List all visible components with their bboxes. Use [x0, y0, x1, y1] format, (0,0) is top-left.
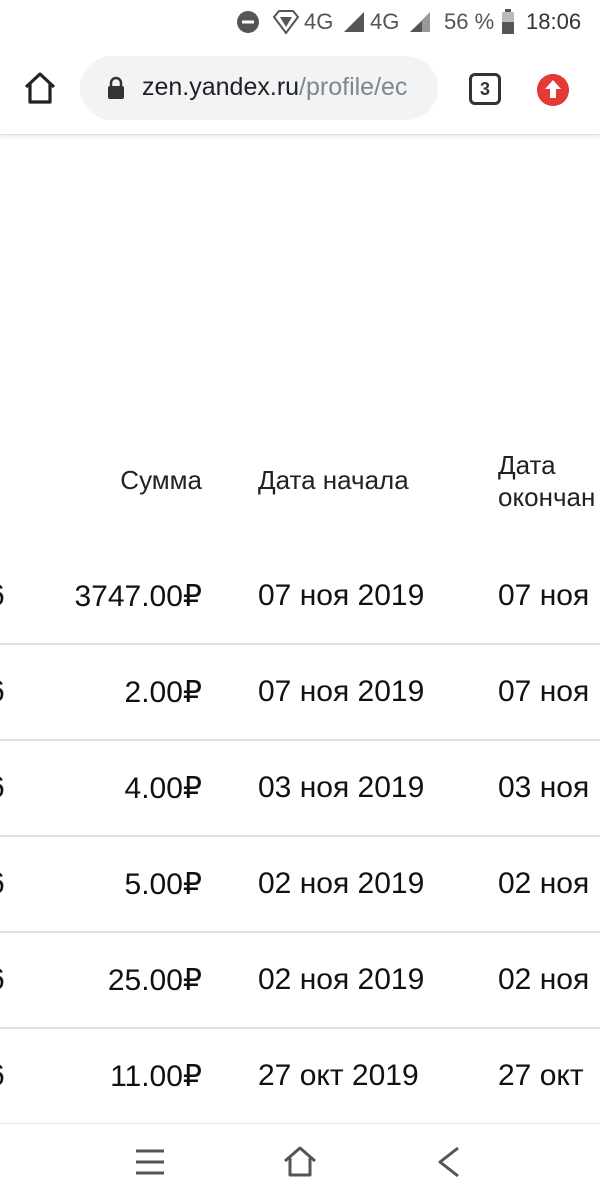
- network-type-2: 4G: [370, 9, 400, 34]
- back-icon[interactable]: [430, 1142, 470, 1182]
- system-nav-bar: [0, 1124, 600, 1200]
- table-cell-start-date: 27 окт 2019: [258, 1059, 419, 1092]
- url-text: zen.yandex.ru/profile/ec: [142, 73, 407, 102]
- table-cell-amount: 4.00₽: [124, 772, 202, 805]
- table-cell-start-date: 03 ноя 2019: [258, 771, 425, 804]
- table-cell-start-date: 07 ноя 2019: [258, 675, 425, 708]
- menu-icon[interactable]: [130, 1142, 170, 1182]
- wifi-diamond-icon: [272, 10, 300, 35]
- table-cell-end-date: 07 ноя: [498, 675, 590, 708]
- table-cell-start-date: 02 ноя 2019: [258, 963, 425, 996]
- address-bar[interactable]: zen.yandex.ru/profile/ec: [80, 56, 438, 120]
- table-cell-lead: 6: [0, 963, 5, 997]
- header-amount: Сумма: [120, 465, 202, 495]
- table-cell-lead: 6: [0, 1059, 5, 1093]
- signal-icon: [344, 12, 364, 32]
- table-cell-amount: 3747.00₽: [74, 580, 202, 613]
- url-path: /profile/ec: [299, 73, 408, 101]
- tab-count: 3: [479, 79, 490, 99]
- table-cell-lead: 6: [0, 867, 5, 901]
- table-row: 6 25.00₽ 02 ноя 2019 02 ноя: [0, 932, 600, 1029]
- tabs-button[interactable]: 3: [469, 73, 501, 105]
- table-row: 6 11.00₽ 27 окт 2019 27 окт: [0, 1028, 600, 1125]
- browser-toolbar: zen.yandex.ru/profile/ec 3: [0, 44, 600, 135]
- table-cell-amount: 2.00₽: [124, 676, 202, 709]
- table-cell-end-date: 27 окт: [498, 1059, 584, 1092]
- table-cell-amount: 5.00₽: [124, 868, 202, 901]
- status-bar: 4G 4G 56 % 18:06: [0, 0, 600, 44]
- table-cell-end-date: 07 ноя: [498, 579, 590, 612]
- battery-level: 56 %: [444, 9, 495, 34]
- signal-icon: [410, 12, 430, 32]
- table-row: 6 2.00₽ 07 ноя 2019 07 ноя: [0, 644, 600, 741]
- home-icon[interactable]: [280, 1142, 320, 1182]
- table-cell-lead: 6: [0, 771, 5, 805]
- clock: 18:06: [526, 9, 582, 34]
- url-host: zen.yandex.ru: [142, 73, 300, 101]
- table-cell-lead: 6: [0, 675, 5, 709]
- network-type-1: 4G: [304, 9, 334, 34]
- table-cell-lead: 6: [0, 579, 5, 613]
- table-row: 6 5.00₽ 02 ноя 2019 02 ноя: [0, 836, 600, 933]
- header-end-date-line1: Дата: [498, 450, 556, 480]
- battery-icon: [502, 9, 514, 34]
- lock-icon: [108, 76, 124, 99]
- table-cell-amount: 11.00₽: [110, 1060, 202, 1093]
- table-cell-start-date: 07 ноя 2019: [258, 579, 425, 612]
- update-icon[interactable]: [537, 74, 569, 106]
- table-cell-amount: 25.00₽: [107, 964, 202, 997]
- table-cell-start-date: 02 ноя 2019: [258, 867, 425, 900]
- table-cell-end-date: 02 ноя: [498, 963, 590, 996]
- header-end-date-line2: окончан: [498, 482, 596, 512]
- home-icon[interactable]: [20, 68, 60, 108]
- header-start-date: Дата начала: [258, 465, 409, 495]
- table-row: 6 3747.00₽ 07 ноя 2019 07 ноя: [0, 548, 600, 645]
- do-not-disturb-icon: [237, 11, 259, 33]
- table-row: 6 4.00₽ 03 ноя 2019 03 ноя: [0, 740, 600, 837]
- table-cell-end-date: 02 ноя: [498, 867, 590, 900]
- table-cell-end-date: 03 ноя: [498, 771, 590, 804]
